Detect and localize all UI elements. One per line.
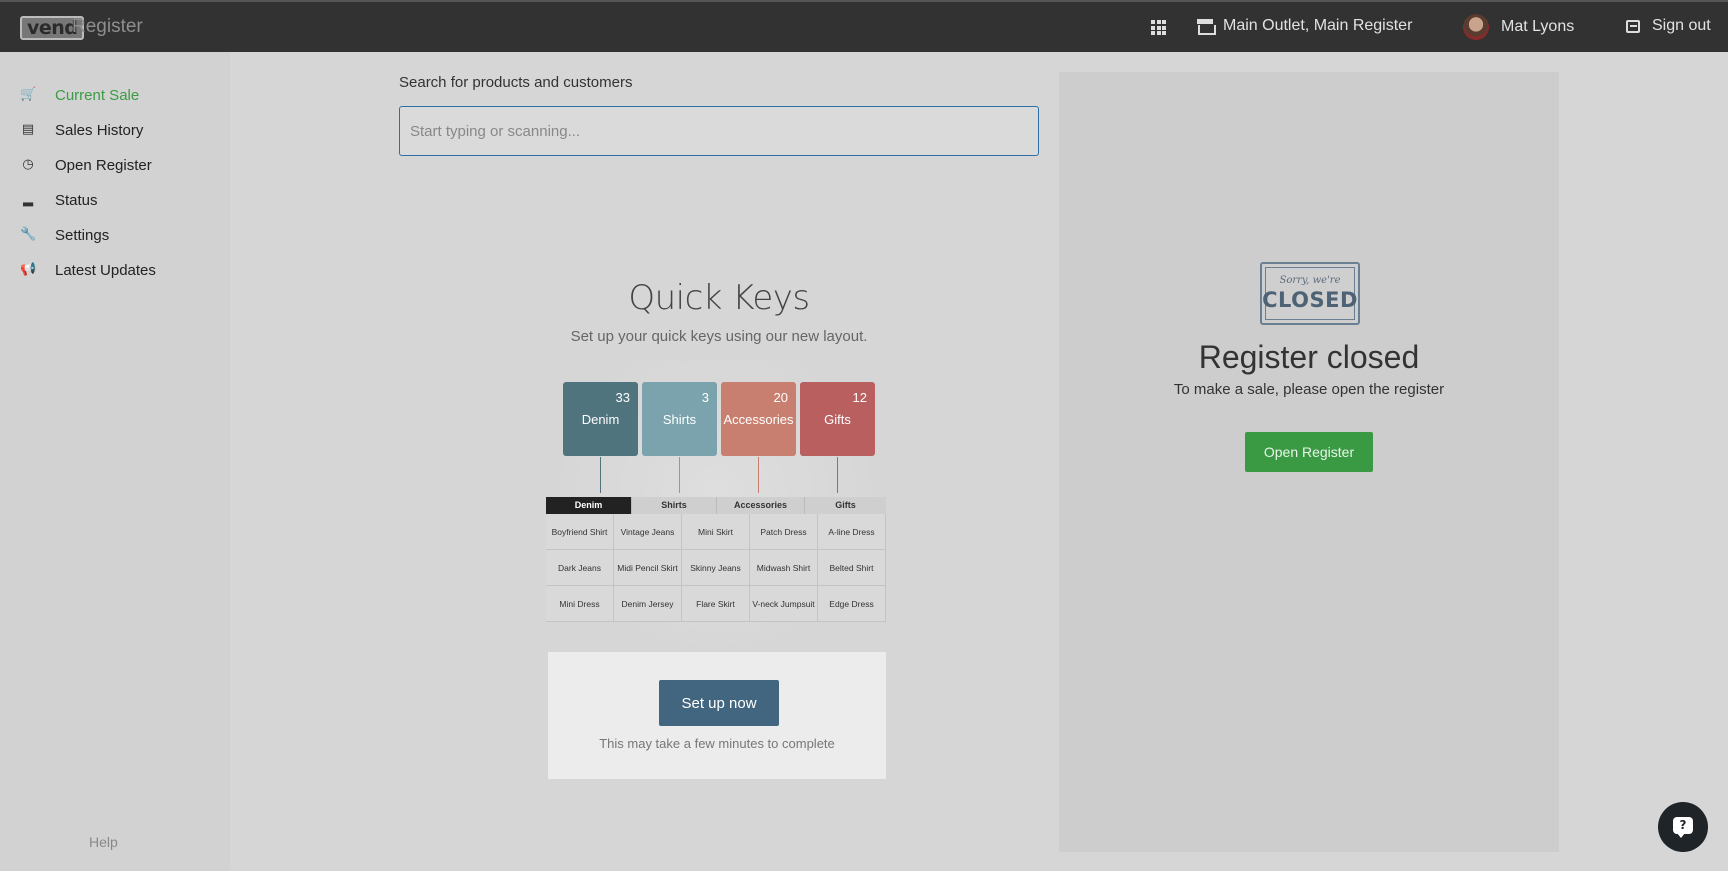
quick-key-cell: Midi Pencil Skirt xyxy=(614,550,682,586)
outlet-label: Main Outlet, Main Register xyxy=(1223,17,1413,34)
category-count: 20 xyxy=(773,390,788,405)
quick-key-cell: Dark Jeans xyxy=(546,550,614,586)
chat-help-button[interactable]: ? xyxy=(1658,802,1708,852)
sign-out-label: Sign out xyxy=(1652,17,1711,34)
sidebar-item-open-register[interactable]: ◷ Open Register xyxy=(0,150,230,180)
quick-keys-tab: Shirts xyxy=(631,497,716,514)
quick-key-cell: Mini Dress xyxy=(546,586,614,622)
setup-panel: Set up now This may take a few minutes t… xyxy=(548,652,886,779)
category-tile: 3 Shirts xyxy=(642,382,717,456)
quick-key-cell: Skinny Jeans xyxy=(682,550,750,586)
sidebar-item-label: Latest Updates xyxy=(55,261,156,279)
quick-key-cell: Patch Dress xyxy=(750,514,818,550)
quick-keys-tabs: Denim Shirts Accessories Gifts xyxy=(546,497,886,514)
top-bar: vend Register Main Outlet, Main Register… xyxy=(0,0,1728,52)
sidebar-item-label: Current Sale xyxy=(55,86,140,104)
app-name: Register xyxy=(72,16,143,37)
help-link[interactable]: Help xyxy=(89,834,118,850)
register-closed-title: Register closed xyxy=(1198,339,1420,375)
category-tile: 12 Gifts xyxy=(800,382,875,456)
connector-line xyxy=(600,457,601,493)
quick-key-cell: Denim Jersey xyxy=(614,586,682,622)
quick-keys-illustration: 33 Denim 3 Shirts 20 Accessories 12 Gifts Denim… xyxy=(546,360,886,660)
quick-keys-tab: Gifts xyxy=(804,497,886,514)
sign-sorry-text: Sorry, we're xyxy=(1279,275,1341,286)
sidebar-item-label: Sales History xyxy=(55,121,144,139)
user-menu[interactable]: Mat Lyons xyxy=(1463,14,1574,40)
sidebar-item-settings[interactable]: 🔧 Settings xyxy=(0,220,230,250)
history-icon: ▤ xyxy=(21,122,35,137)
quick-key-cell: Boyfriend Shirt xyxy=(546,514,614,550)
search-input[interactable] xyxy=(399,106,1039,156)
quick-key-cell: A-line Dress xyxy=(818,514,886,550)
set-up-now-button[interactable]: Set up now xyxy=(659,680,779,726)
connector-line xyxy=(837,457,838,493)
sidebar-item-label: Open Register xyxy=(55,156,152,174)
quick-key-cell: Edge Dress xyxy=(818,586,886,622)
chat-help-icon: ? xyxy=(1673,817,1693,838)
cart-icon: 🛒 xyxy=(20,87,37,102)
category-tile: 20 Accessories xyxy=(721,382,796,456)
category-name: Gifts xyxy=(824,412,851,427)
sidebar-item-sales-history[interactable]: ▤ Sales History xyxy=(0,115,230,145)
sign-out-icon xyxy=(1626,19,1640,33)
sign-closed-text: CLOSED xyxy=(1262,288,1358,312)
clock-icon: ◷ xyxy=(22,157,34,172)
register-status-panel: Sorry, we're CLOSED Register closed To m… xyxy=(1059,72,1559,852)
quick-keys-subtitle: Set up your quick keys using our new lay… xyxy=(570,328,868,345)
category-count: 33 xyxy=(615,390,630,405)
quick-keys-title: Quick Keys xyxy=(628,278,810,318)
quick-key-cell: Midwash Shirt xyxy=(750,550,818,586)
quick-key-cell: Mini Skirt xyxy=(682,514,750,550)
grid-icon[interactable] xyxy=(1151,20,1166,35)
category-name: Accessories xyxy=(723,412,794,427)
user-name: Mat Lyons xyxy=(1501,18,1575,35)
sidebar-item-latest-updates[interactable]: 📢 Latest Updates xyxy=(0,255,230,285)
megaphone-icon: 📢 xyxy=(20,262,37,277)
category-name: Shirts xyxy=(662,412,697,427)
quick-key-cell: V-neck Jumpsuit xyxy=(750,586,818,622)
quick-keys-tab: Accessories xyxy=(716,497,804,514)
sidebar-item-label: Status xyxy=(55,191,98,209)
wrench-icon: 🔧 xyxy=(20,227,37,242)
search-label: Search for products and customers xyxy=(399,74,633,91)
sidebar-item-status[interactable]: ▂ Status xyxy=(0,185,230,215)
category-count: 3 xyxy=(701,390,709,405)
closed-sign-icon: Sorry, we're CLOSED xyxy=(1260,262,1360,325)
connector-line xyxy=(758,457,759,493)
sidebar-item-current-sale[interactable]: 🛒 Current Sale xyxy=(0,80,230,110)
signal-icon: ▂ xyxy=(23,192,33,207)
category-name: Denim xyxy=(581,412,620,427)
connector-line xyxy=(679,457,680,493)
quick-keys-tab: Denim xyxy=(546,497,631,514)
quick-key-cell: Flare Skirt xyxy=(682,586,750,622)
store-icon xyxy=(1197,19,1216,35)
category-tile: 33 Denim xyxy=(563,382,638,456)
sign-out-button[interactable]: Sign out xyxy=(1626,17,1711,35)
quick-keys-grid: Boyfriend Shirt Vintage Jeans Mini Skirt Pa… xyxy=(546,514,886,622)
category-count: 12 xyxy=(852,390,867,405)
outlet-selector[interactable]: Main Outlet, Main Register xyxy=(1197,17,1412,35)
quick-key-cell: Belted Shirt xyxy=(818,550,886,586)
quick-key-cell: Vintage Jeans xyxy=(614,514,682,550)
open-register-button[interactable]: Open Register xyxy=(1245,432,1373,472)
avatar xyxy=(1463,14,1489,40)
sidebar-item-label: Settings xyxy=(55,226,110,244)
register-closed-subtitle: To make a sale, please open the register xyxy=(1173,381,1445,398)
setup-note: This may take a few minutes to complete xyxy=(599,736,835,751)
sidebar: 🛒 Current Sale ▤ Sales History ◷ Open Registe… xyxy=(0,52,230,871)
